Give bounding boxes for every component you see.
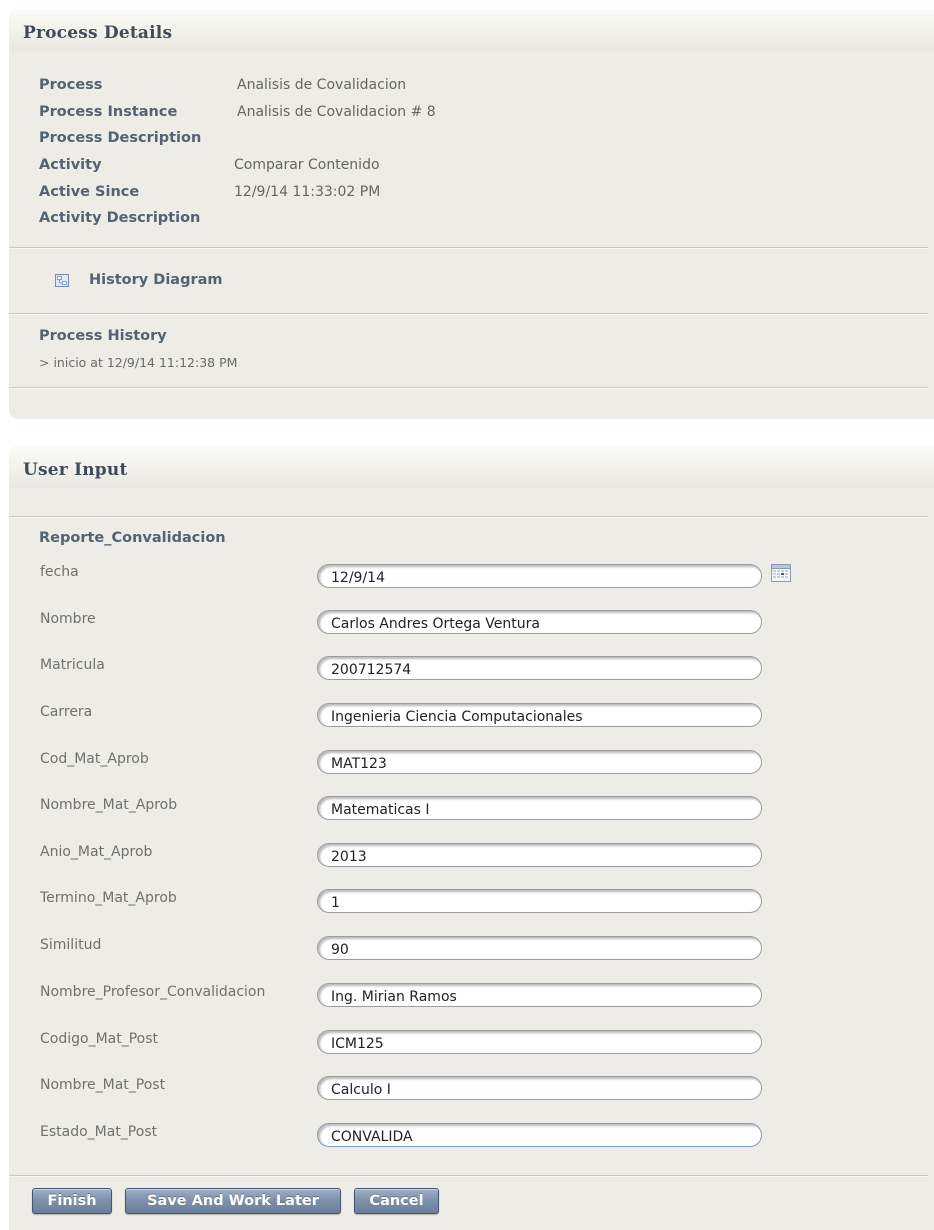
nombre-profesor-convalidacion-input[interactable] (317, 983, 762, 1007)
matricula-input[interactable] (317, 656, 762, 680)
divider (9, 387, 928, 389)
similitud-label: Similitud (40, 937, 102, 953)
nombre-mat-aprob-label: Nombre_Mat_Aprob (40, 797, 178, 813)
process-label: Process (39, 77, 103, 93)
user-input-title: User Input (23, 460, 128, 480)
process-history-title: Process History (39, 328, 167, 344)
nombre-input[interactable] (317, 610, 762, 634)
codigo-mat-post-label: Codigo_Mat_Post (40, 1031, 159, 1047)
history-diagram-link[interactable]: History Diagram (55, 272, 223, 288)
nombre-mat-post-label: Nombre_Mat_Post (40, 1077, 166, 1093)
active-since-label: Active Since (39, 184, 140, 200)
divider (9, 247, 928, 249)
anio-mat-aprob-label: Anio_Mat_Aprob (40, 844, 153, 860)
carrera-label: Carrera (40, 704, 93, 720)
nombre-mat-post-input[interactable] (317, 1076, 762, 1100)
activity-description-label: Activity Description (39, 210, 201, 226)
save-and-work-later-button[interactable]: Save And Work Later (125, 1188, 341, 1214)
calendar-icon[interactable] (771, 564, 791, 582)
form-title: Reporte_Convalidacion (39, 530, 226, 546)
anio-mat-aprob-input[interactable] (317, 843, 762, 867)
nombre-mat-aprob-input[interactable] (317, 796, 762, 820)
estado-mat-post-label: Estado_Mat_Post (40, 1124, 158, 1140)
history-entry: > inicio at 12/9/14 11:12:38 PM (39, 355, 238, 370)
process-description-label: Process Description (39, 130, 202, 146)
divider (9, 1175, 928, 1177)
estado-mat-post-input[interactable] (317, 1123, 762, 1147)
cod-mat-aprob-input[interactable] (317, 750, 762, 774)
process-details-title: Process Details (23, 23, 173, 43)
termino-mat-aprob-label: Termino_Mat_Aprob (40, 890, 177, 906)
history-diagram-label: History Diagram (89, 272, 223, 288)
process-instance-label: Process Instance (39, 104, 178, 120)
cod-mat-aprob-label: Cod_Mat_Aprob (40, 751, 149, 767)
similitud-input[interactable] (317, 936, 762, 960)
finish-button[interactable]: Finish (32, 1188, 112, 1214)
matricula-label: Matricula (40, 657, 105, 673)
fecha-input[interactable] (317, 564, 762, 588)
active-since-value: 12/9/14 11:33:02 PM (234, 184, 381, 200)
divider (9, 313, 928, 315)
carrera-input[interactable] (317, 703, 762, 727)
process-instance-value: Analisis de Covalidacion # 8 (237, 104, 436, 120)
activity-value: Comparar Contenido (234, 157, 380, 173)
process-details-panel: Process Details Process Analisis de Cova… (9, 9, 934, 419)
cancel-button[interactable]: Cancel (354, 1188, 439, 1214)
fecha-label: fecha (40, 564, 79, 580)
user-input-header: User Input (9, 446, 934, 488)
codigo-mat-post-input[interactable] (317, 1030, 762, 1054)
divider (9, 516, 928, 518)
process-value: Analisis de Covalidacion (237, 77, 407, 93)
process-details-header: Process Details (9, 9, 934, 51)
nombre-label: Nombre (40, 611, 96, 627)
user-input-panel: User Input Reporte_Convalidacion fecha N… (9, 446, 934, 1230)
diagram-icon (55, 273, 69, 287)
termino-mat-aprob-input[interactable] (317, 889, 762, 913)
activity-label: Activity (39, 157, 102, 173)
nombre-profesor-convalidacion-label: Nombre_Profesor_Convalidacion (40, 984, 266, 1000)
